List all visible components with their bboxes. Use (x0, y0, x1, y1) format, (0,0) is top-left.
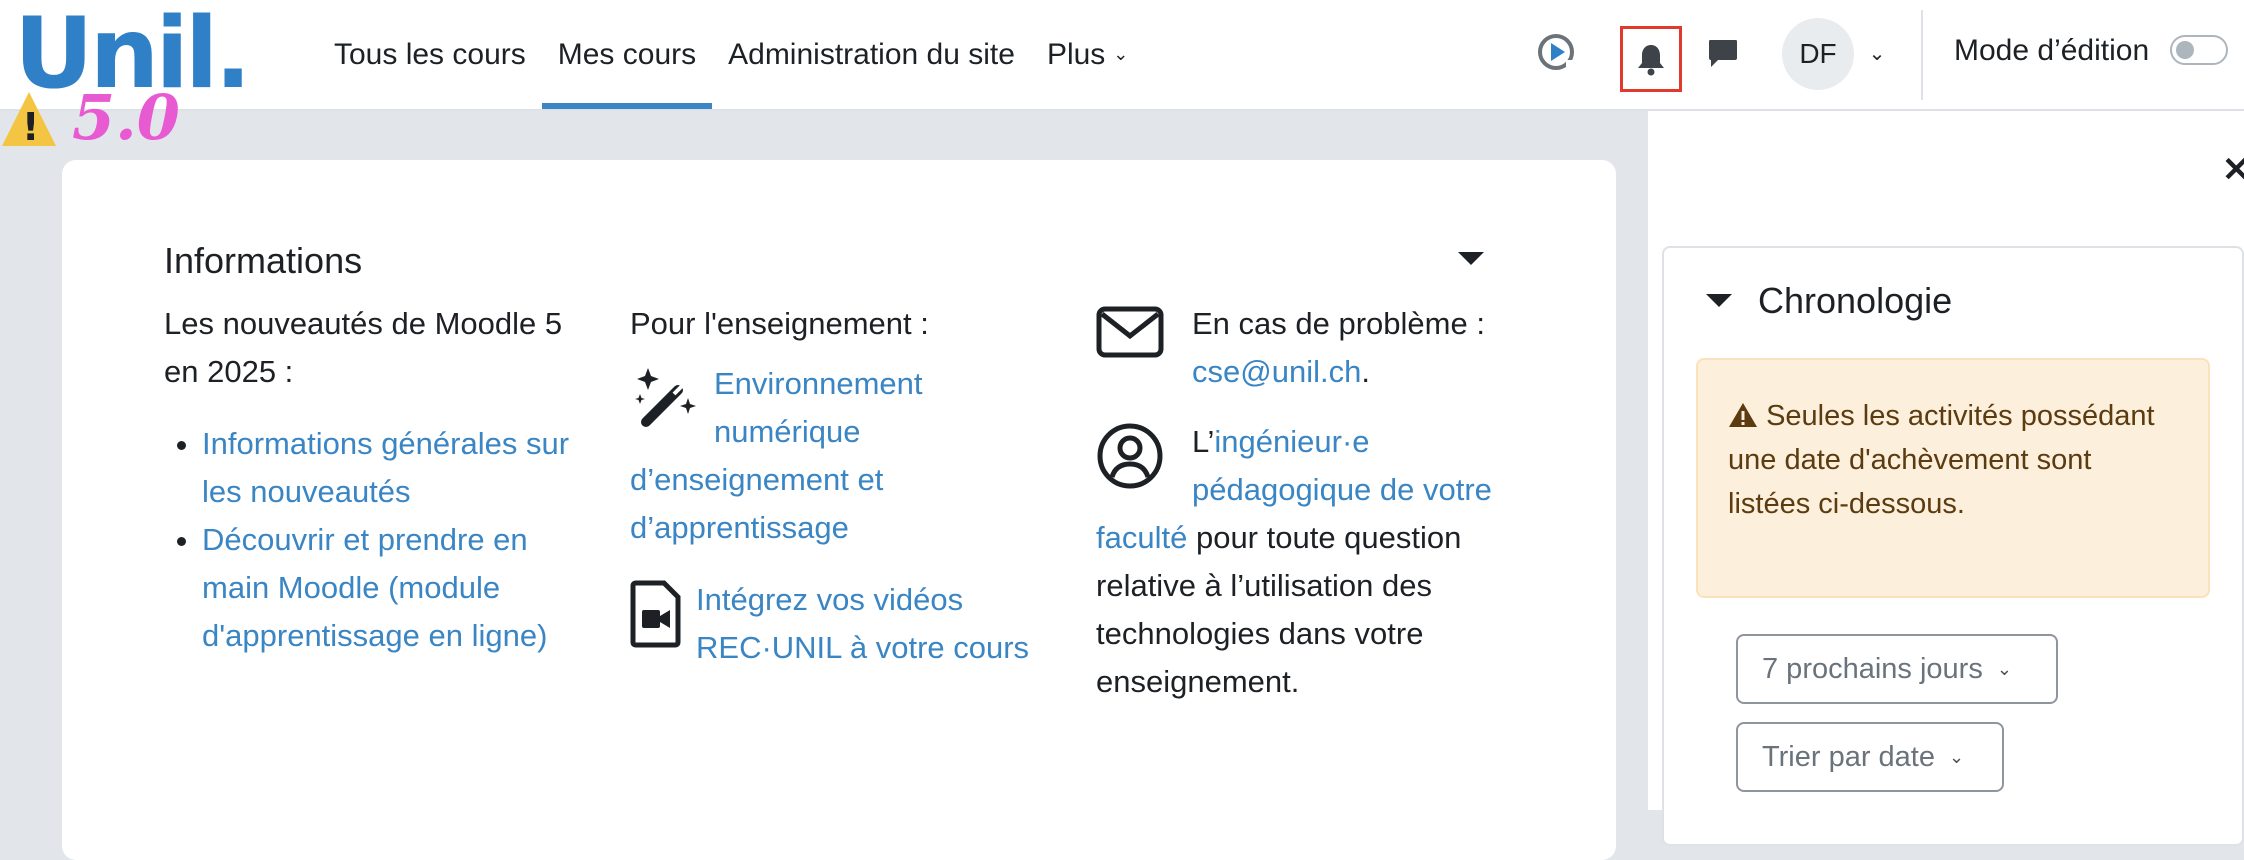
nav-label: Administration du site (728, 37, 1015, 71)
email-link[interactable]: cse@unil.ch (1192, 354, 1361, 389)
divider (1921, 10, 1923, 100)
timeline-alert: Seules les activités possédant une date … (1696, 358, 2210, 598)
select-value: Trier par date (1762, 740, 1935, 773)
collapse-caret-icon[interactable] (1458, 252, 1484, 265)
nav-link-mes-cours[interactable]: Mes cours (541, 0, 713, 109)
engineer-prefix: L’ (1192, 424, 1215, 459)
list-item: Informations générales sur les nouveauté… (202, 420, 594, 516)
toggle-knob (2176, 41, 2194, 59)
timeline-sort-select[interactable]: Trier par date ⌄ (1736, 722, 2004, 792)
alert-text: Seules les activités possédant une date … (1728, 400, 2155, 520)
primary-nav: Tous les cours Mes cours Administration … (318, 0, 1144, 111)
select-value: 7 prochains jours (1762, 652, 1983, 685)
svg-text:!: ! (22, 105, 39, 149)
info-column-news: Les nouveautés de Moodle 5 en 2025 : Inf… (164, 300, 594, 660)
chevron-down-icon: ⌄ (1996, 658, 2012, 679)
email-suffix: . (1361, 354, 1370, 389)
collapse-caret-icon[interactable] (1706, 294, 1732, 307)
teaching-intro: Pour l'enseignement : (630, 306, 929, 341)
close-icon[interactable]: ✕ (2222, 150, 2244, 190)
info-column-teaching: Pour l'enseignement : Environnement numé… (630, 300, 1040, 672)
block-title: Informations (164, 240, 363, 281)
nav-link-administration[interactable]: Administration du site (712, 0, 1031, 109)
chat-icon (1709, 40, 1737, 67)
timeline-block: Chronologie Seules les activités posséda… (1662, 246, 2244, 846)
video-file-icon (630, 580, 681, 648)
magic-wand-icon (635, 368, 696, 427)
main-card: Informations Les nouveautés de Moodle 5 … (62, 160, 1616, 860)
news-intro: Les nouveautés de Moodle 5 en 2025 : (164, 306, 563, 389)
problem-text: En cas de problème : (1192, 306, 1485, 341)
link-integrez-videos[interactable]: Intégrez vos vidéos REC·UNIL à votre cou… (696, 582, 1029, 665)
support-item-email: En cas de problème : cse@unil.ch. (1096, 300, 1536, 396)
edit-mode-label: Mode d’édition (1954, 34, 2150, 67)
avatar[interactable]: DF (1782, 18, 1854, 90)
teaching-item-env: Environnement numérique d’enseignement e… (630, 360, 1040, 552)
navbar: Unil. ! 5.0 Tous les cours Mes cours Adm… (0, 0, 2244, 152)
chevron-down-icon[interactable]: ⌄ (1862, 38, 1892, 68)
timeline-filter-select[interactable]: 7 prochains jours ⌄ (1736, 634, 2058, 704)
link-informations-generales[interactable]: Informations générales sur les nouveauté… (202, 426, 569, 509)
bell-icon (1638, 45, 1664, 76)
info-column-support: En cas de problème : cse@unil.ch. L’ingé… (1096, 300, 1536, 706)
warning-icon (1729, 403, 1757, 427)
nav-label: Tous les cours (334, 37, 526, 71)
replay-icon (1538, 34, 1576, 70)
link-decouvrir-moodle[interactable]: Découvrir et prendre en main Moodle (mod… (202, 522, 547, 653)
messages-button[interactable] (1700, 30, 1746, 76)
chevron-down-icon: ⌄ (1949, 746, 1965, 767)
support-item-engineer: L’ingénieur·e pédagogique de votre facul… (1096, 418, 1536, 706)
version-label: 5.0 (72, 81, 180, 154)
news-list: Informations générales sur les nouveauté… (164, 420, 594, 660)
user-circle-icon (1097, 423, 1163, 489)
teaching-item-video: Intégrez vos vidéos REC·UNIL à votre cou… (630, 576, 1040, 672)
nav-link-plus[interactable]: Plus ⌄ (1031, 0, 1144, 109)
nav-label: Plus (1046, 37, 1106, 71)
edit-mode-toggle[interactable] (2170, 35, 2228, 65)
list-item: Découvrir et prendre en main Moodle (mod… (202, 516, 594, 660)
warning-icon: ! (2, 92, 56, 149)
nav-link-tous-les-cours[interactable]: Tous les cours (318, 0, 542, 109)
nav-label: Mes cours (557, 37, 697, 71)
chevron-down-icon: ⌄ (1113, 44, 1129, 64)
course-player-button[interactable] (1530, 26, 1582, 78)
timeline-title: Chronologie (1758, 280, 1953, 321)
avatar-initials: DF (1799, 38, 1837, 69)
envelope-icon (1096, 306, 1164, 358)
notifications-button[interactable] (1620, 26, 1682, 92)
